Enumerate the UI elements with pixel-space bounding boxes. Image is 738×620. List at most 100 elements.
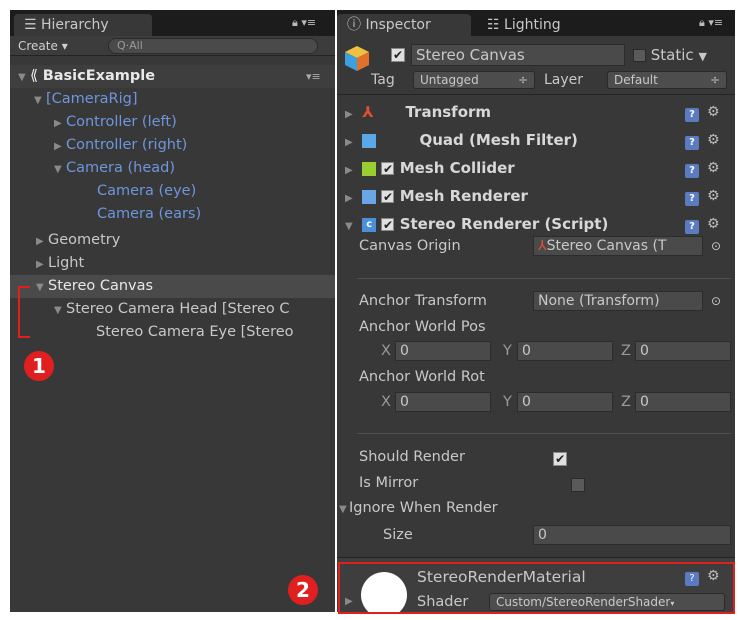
list-item[interactable]: ▶ Controller (right) bbox=[10, 134, 335, 157]
tab-inspector[interactable]: ⓘ Inspector bbox=[337, 14, 471, 36]
component-mesh-renderer[interactable]: ▶ ✔ Mesh Renderer ? ⚙ bbox=[337, 182, 735, 210]
x-label: X bbox=[381, 394, 391, 410]
component-label: Mesh Renderer bbox=[399, 187, 528, 205]
size-field[interactable]: 0 bbox=[533, 525, 731, 545]
triangle-right-icon[interactable]: ▶ bbox=[345, 101, 357, 129]
is-mirror-checkbox[interactable] bbox=[571, 477, 586, 492]
axes-icon: ⅄ bbox=[362, 103, 374, 121]
info-icon: ⓘ bbox=[347, 17, 361, 33]
help-icon[interactable]: ? bbox=[685, 98, 699, 126]
list-item[interactable]: ▼ [CameraRig] bbox=[10, 88, 335, 111]
list-item[interactable]: Camera (eye) bbox=[10, 180, 335, 203]
ignore-when-render-row[interactable]: ▼ Ignore When Render bbox=[339, 500, 498, 516]
create-button[interactable]: Create ▾ bbox=[18, 38, 68, 54]
list-item[interactable]: ▼ Stereo Camera Head [Stereo C bbox=[10, 298, 335, 321]
annotation-badge-1: 1 bbox=[24, 351, 54, 381]
list-item-label: Light bbox=[48, 255, 85, 271]
object-picker-icon[interactable]: ⊙ bbox=[711, 294, 721, 308]
inspector-tabbar: ⓘ Inspector ☷ Lighting 🔒︎ ▾≡ bbox=[337, 10, 735, 36]
anchor-transform-field[interactable]: None (Transform) bbox=[533, 291, 703, 311]
list-item[interactable]: Stereo Camera Eye [Stereo bbox=[10, 321, 335, 344]
canvas-origin-field[interactable]: ⅄Stereo Canvas (T bbox=[533, 236, 703, 256]
updown-icon: ÷ bbox=[709, 73, 720, 87]
layer-label: Layer bbox=[544, 72, 584, 88]
active-checkbox[interactable]: ✔ bbox=[391, 47, 405, 62]
list-item[interactable]: Camera (ears) bbox=[10, 203, 335, 226]
scene-menu-icon[interactable]: ▾≡ bbox=[306, 65, 321, 88]
gear-icon[interactable]: ⚙ bbox=[707, 210, 720, 238]
triangle-right-icon[interactable]: ▶ bbox=[54, 112, 66, 135]
help-icon[interactable]: ? bbox=[685, 182, 699, 210]
triangle-down-icon[interactable]: ▼ bbox=[36, 276, 48, 299]
component-transform[interactable]: ▶ ⅄ Transform ? ⚙ bbox=[337, 98, 735, 126]
list-item[interactable]: ▶ Controller (left) bbox=[10, 111, 335, 134]
hierarchy-panel: ☰ Hierarchy 🔒︎ ▾≡ Create ▾ Q·All ▼ ⟪ Basi… bbox=[10, 10, 335, 612]
tag-label: Tag bbox=[371, 72, 395, 88]
object-picker-icon[interactable]: ⊙ bbox=[711, 239, 721, 253]
should-render-checkbox[interactable]: ✔ bbox=[553, 451, 568, 466]
mesh-renderer-icon bbox=[362, 189, 377, 204]
triangle-down-icon[interactable]: ▼ bbox=[54, 158, 66, 181]
component-mesh-collider[interactable]: ▶ ✔ Mesh Collider ? ⚙ bbox=[337, 154, 735, 182]
triangle-down-icon[interactable]: ▼ bbox=[18, 66, 30, 89]
component-checkbox[interactable]: ✔ bbox=[381, 162, 395, 175]
triangle-right-icon[interactable]: ▶ bbox=[36, 230, 48, 253]
ignore-when-render-label: Ignore When Render bbox=[349, 500, 498, 516]
help-icon[interactable]: ? bbox=[685, 126, 699, 154]
anchor-pos-label: Anchor World Pos bbox=[359, 319, 486, 335]
script-icon: c bbox=[362, 217, 377, 232]
help-icon[interactable]: ? bbox=[685, 154, 699, 182]
list-icon: ☰ bbox=[24, 17, 37, 33]
component-checkbox[interactable]: ✔ bbox=[381, 190, 395, 203]
component-mesh-filter[interactable]: ▶ Quad (Mesh Filter) ? ⚙ bbox=[337, 126, 735, 154]
anchor-transform-label: Anchor Transform bbox=[359, 293, 487, 309]
triangle-down-icon[interactable]: ▼ bbox=[339, 504, 349, 515]
triangle-right-icon[interactable]: ▶ bbox=[36, 253, 48, 276]
tag-dropdown[interactable]: Untagged ÷ bbox=[413, 71, 535, 89]
lock-icon[interactable]: 🔒︎ ▾≡ bbox=[292, 16, 316, 30]
list-item[interactable]: ▶ Geometry bbox=[10, 229, 335, 252]
search-input[interactable]: Q·All bbox=[108, 38, 318, 54]
triangle-right-icon[interactable]: ▶ bbox=[345, 129, 357, 157]
pos-y-field[interactable]: 0 bbox=[517, 341, 613, 361]
annotation-highlight-box bbox=[338, 562, 735, 614]
triangle-down-icon[interactable]: ▼ bbox=[34, 89, 46, 112]
triangle-down-icon[interactable]: ▼ bbox=[345, 213, 357, 241]
triangle-right-icon[interactable]: ▶ bbox=[345, 185, 357, 213]
list-item[interactable]: ▼ Camera (head) bbox=[10, 157, 335, 180]
gear-icon[interactable]: ⚙ bbox=[707, 126, 720, 154]
list-item[interactable]: ▶ Light bbox=[10, 252, 335, 275]
component-stereo-renderer[interactable]: ▼ c ✔ Stereo Renderer (Script) ? ⚙ bbox=[337, 210, 735, 238]
rot-y-field[interactable]: 0 bbox=[517, 392, 613, 412]
static-checkbox[interactable] bbox=[633, 49, 646, 62]
rot-z-field[interactable]: 0 bbox=[635, 392, 731, 412]
gear-icon[interactable]: ⚙ bbox=[707, 98, 720, 126]
list-item-label: Stereo Canvas bbox=[48, 278, 154, 294]
annotation-badge-2: 2 bbox=[288, 575, 318, 605]
triangle-down-icon[interactable]: ▼ bbox=[54, 299, 66, 322]
component-checkbox[interactable]: ✔ bbox=[381, 218, 395, 231]
gear-icon[interactable]: ⚙ bbox=[707, 154, 720, 182]
triangle-right-icon[interactable]: ▶ bbox=[54, 135, 66, 158]
lock-icon[interactable]: 🔒︎ ▾≡ bbox=[699, 16, 723, 30]
triangle-right-icon[interactable]: ▶ bbox=[345, 157, 357, 185]
list-item-selected[interactable]: ▼ Stereo Canvas bbox=[10, 275, 335, 298]
scene-row[interactable]: ▼ ⟪ BasicExample ▾≡ bbox=[10, 65, 335, 88]
help-icon[interactable]: ? bbox=[685, 210, 699, 238]
layer-dropdown[interactable]: Default ÷ bbox=[607, 71, 727, 89]
rot-x-field[interactable]: 0 bbox=[395, 392, 491, 412]
gear-icon[interactable]: ⚙ bbox=[707, 182, 720, 210]
unity-icon: ⟪ bbox=[30, 68, 39, 84]
hierarchy-tabbar: ☰ Hierarchy 🔒︎ ▾≡ bbox=[10, 10, 335, 36]
divider bbox=[357, 278, 731, 279]
annotation-bracket bbox=[18, 286, 30, 338]
pos-x-field[interactable]: 0 bbox=[395, 341, 491, 361]
tab-inspector-label: Inspector bbox=[365, 17, 431, 33]
pos-z-field[interactable]: 0 bbox=[635, 341, 731, 361]
canvas-origin-value: Stereo Canvas (T bbox=[546, 238, 667, 254]
object-name-field[interactable]: Stereo Canvas bbox=[411, 44, 625, 66]
static-toggle[interactable]: Static ▼ bbox=[633, 46, 707, 64]
tab-hierarchy[interactable]: ☰ Hierarchy bbox=[14, 14, 152, 36]
divider bbox=[357, 433, 731, 434]
tab-lighting[interactable]: ☷ Lighting bbox=[477, 14, 607, 36]
